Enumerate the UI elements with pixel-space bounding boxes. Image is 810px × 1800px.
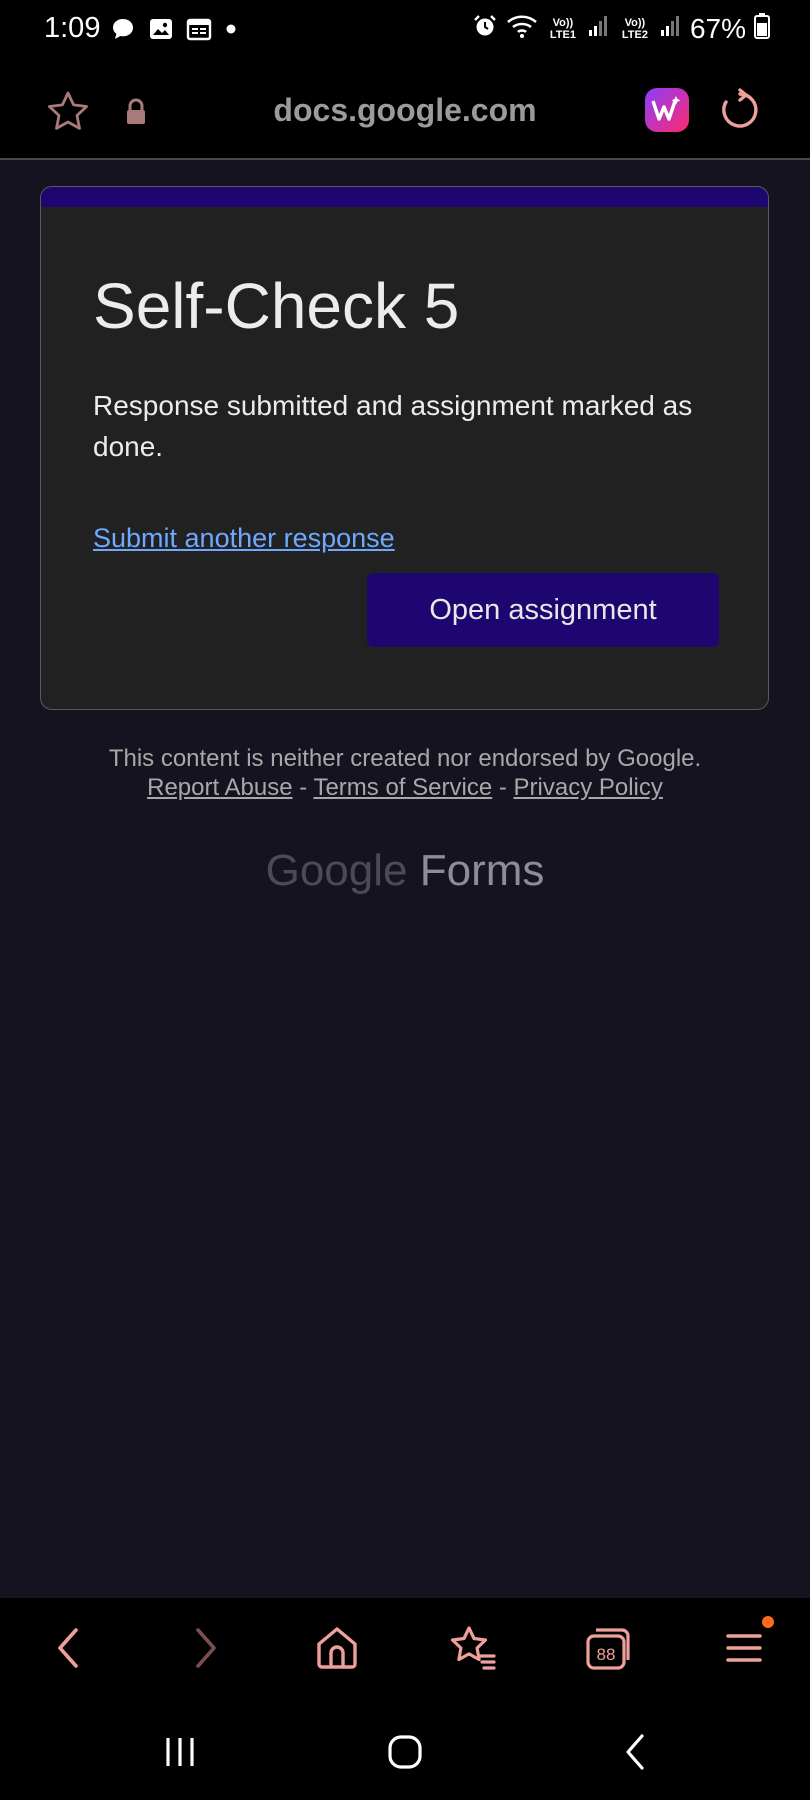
recents-icon[interactable] <box>160 1732 200 1777</box>
tabs-icon[interactable]: 88 <box>584 1622 632 1679</box>
home-icon[interactable] <box>314 1622 360 1679</box>
sim1-label: Vo)) LTE1 <box>549 16 576 41</box>
status-system-icons: Vo)) LTE1 Vo)) LTE2 67% <box>472 12 770 45</box>
browser-toolbar: docs.google.com <box>0 62 810 160</box>
dot-icon <box>224 22 238 41</box>
sim2-label: Vo)) LTE2 <box>621 16 648 41</box>
forward-icon[interactable] <box>186 1622 226 1679</box>
chat-icon <box>110 16 136 47</box>
calendar-icon <box>186 16 212 47</box>
extension-icon[interactable] <box>643 86 691 139</box>
wifi-icon <box>506 13 538 44</box>
back-icon[interactable] <box>48 1622 88 1679</box>
alarm-icon <box>472 13 498 44</box>
battery-percent: 67% <box>689 12 746 44</box>
open-assignment-button[interactable]: Open assignment <box>367 573 719 647</box>
signal-icon <box>660 14 682 43</box>
system-nav-bar <box>0 1702 810 1800</box>
menu-notification-dot <box>762 1616 774 1628</box>
status-notification-icons <box>110 16 238 47</box>
footer-separator: - <box>299 774 308 801</box>
confirmation-card: Self-Check 5 Response submitted and assi… <box>40 186 769 710</box>
confirmation-message: Response submitted and assignment marked… <box>93 390 693 462</box>
reload-icon[interactable] <box>718 88 762 137</box>
bookmarks-icon[interactable] <box>448 1622 498 1679</box>
home-circle-icon[interactable] <box>385 1732 425 1777</box>
logo-forms-text: Forms <box>419 846 545 895</box>
terms-of-service-link[interactable]: Terms of Service <box>313 774 492 801</box>
battery-icon <box>754 12 770 45</box>
tab-count: 88 <box>597 1645 616 1664</box>
disclaimer-text: This content is neither created nor endo… <box>108 745 702 772</box>
logo-google-text: Google <box>265 846 408 895</box>
browser-bottom-nav: 88 <box>0 1598 810 1702</box>
footer-separator: - <box>498 774 507 801</box>
form-title: Self-Check 5 <box>93 270 460 342</box>
signal-icon <box>588 14 610 43</box>
status-time: 1:09 <box>44 12 101 44</box>
menu-icon[interactable] <box>724 1622 764 1679</box>
system-back-icon[interactable] <box>616 1732 656 1777</box>
status-bar: 1:09 Vo)) LTE1 Vo)) LTE2 67% <box>0 0 810 62</box>
submit-another-response-link[interactable]: Submit another response <box>93 523 395 554</box>
card-accent-bar <box>41 187 768 207</box>
gallery-icon <box>148 16 174 47</box>
footer-links: Report Abuse - Terms of Service - Privac… <box>0 774 810 802</box>
report-abuse-link[interactable]: Report Abuse <box>147 774 292 801</box>
privacy-policy-link[interactable]: Privacy Policy <box>514 774 663 801</box>
google-forms-logo[interactable]: Google Forms <box>0 846 810 896</box>
